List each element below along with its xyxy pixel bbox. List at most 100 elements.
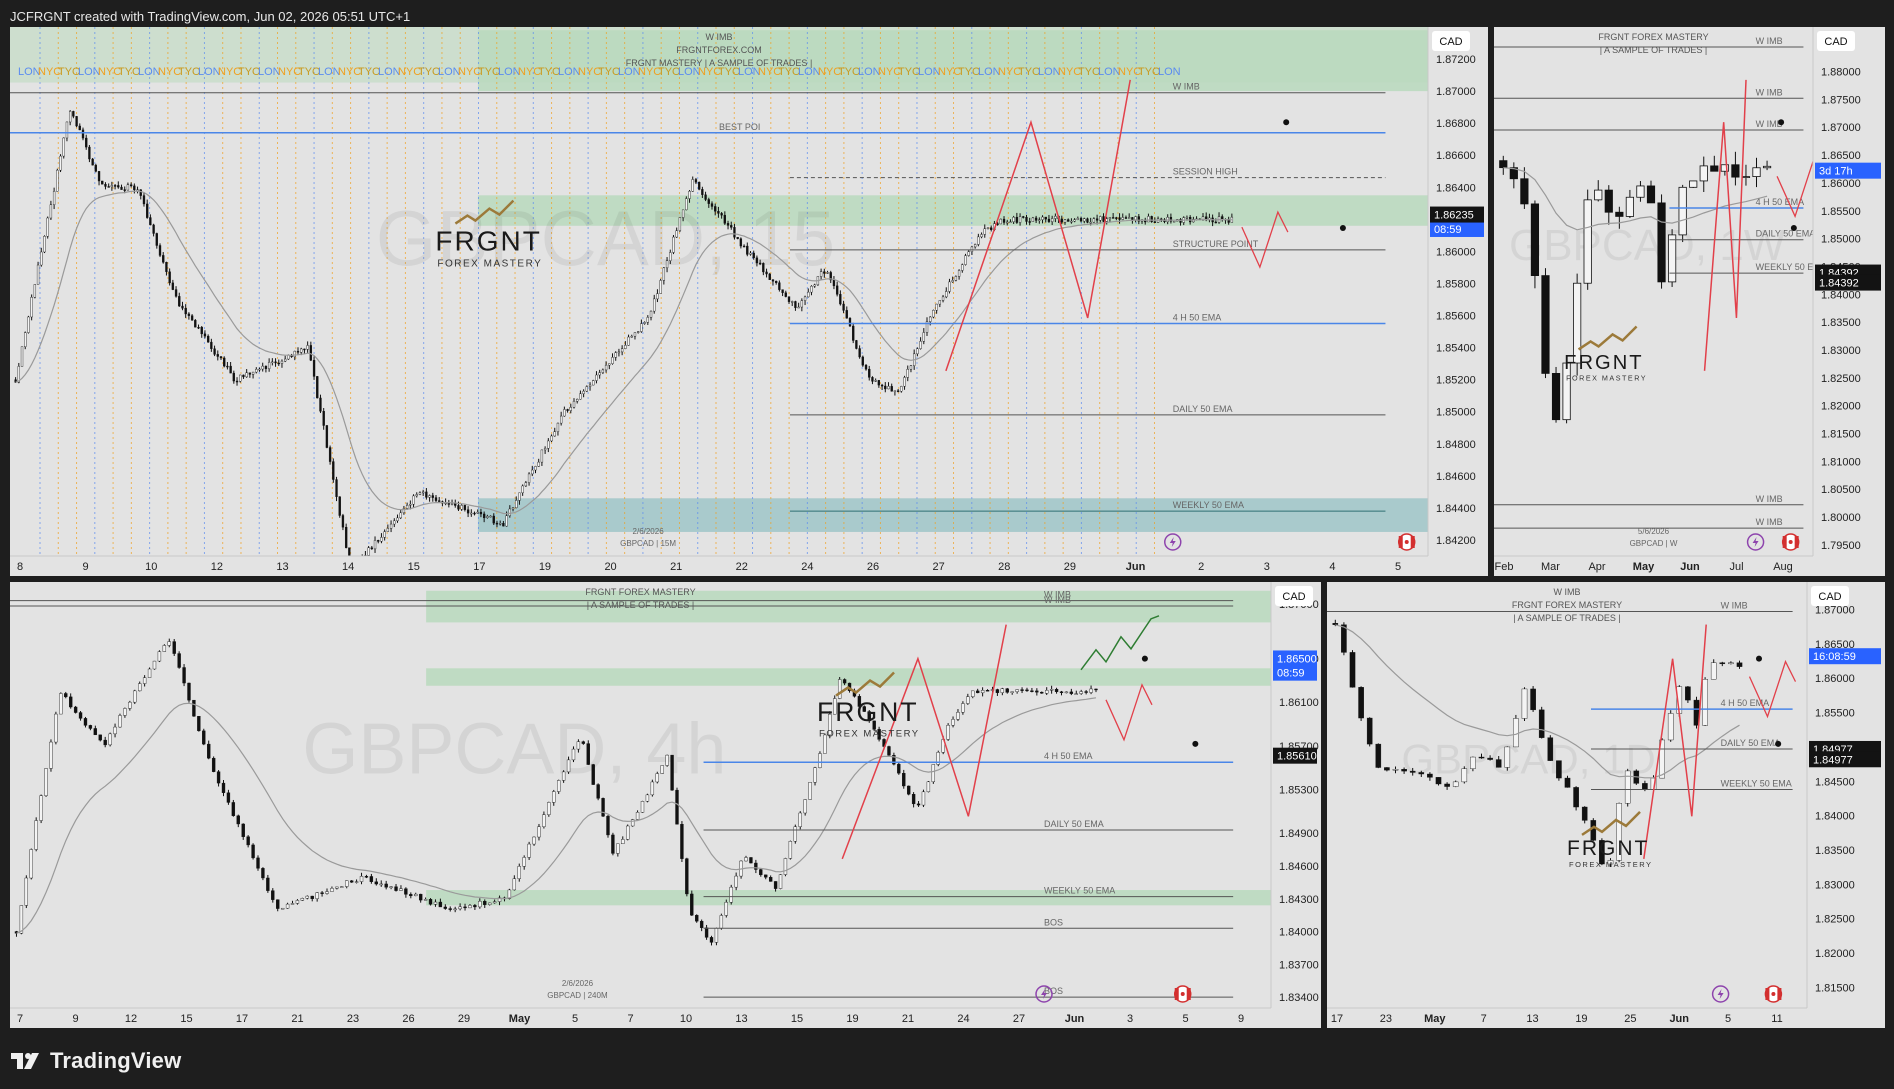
y-tick-label: 1.82000 [1815, 948, 1855, 960]
candle-body [948, 281, 951, 292]
y-tick-label: 1.80500 [1821, 484, 1861, 496]
candle-body [896, 390, 900, 392]
x-tick-label: 5 [1395, 561, 1401, 573]
candle-body [81, 129, 85, 139]
x-tick-label: 12 [211, 561, 223, 573]
candle-body [1530, 688, 1536, 711]
candle-body [675, 230, 678, 238]
candle-body [699, 920, 704, 928]
flag-leaf [1771, 992, 1776, 996]
level-label: DAILY 50 EMA [1756, 229, 1816, 239]
candle-body [310, 895, 314, 899]
candle-body [1034, 217, 1038, 221]
candle-body [319, 397, 322, 412]
candle-body [197, 327, 200, 329]
x-tick-label: 15 [180, 1013, 192, 1025]
level-label: 4 H 50 EMA [1173, 313, 1222, 323]
candle-body [932, 309, 935, 318]
candle-body [1530, 203, 1540, 277]
x-tick-label: 19 [539, 561, 551, 573]
y-tick-label: 1.87000 [1815, 604, 1855, 616]
candle-body [1009, 221, 1012, 224]
candle-body [65, 121, 69, 139]
candle-body [620, 348, 624, 353]
candle-body [586, 743, 590, 765]
candle-body [1728, 662, 1734, 665]
plot-area [1327, 582, 1807, 1008]
candle-body [414, 893, 418, 897]
candle-body [466, 509, 470, 514]
candle-body [511, 507, 515, 510]
candle-body [961, 703, 965, 713]
candle-body [1384, 767, 1390, 771]
y-tick-label: 1.87200 [1436, 54, 1476, 66]
y-tick-label: 1.82500 [1815, 914, 1855, 926]
candle-body [1667, 713, 1674, 741]
x-tick-label: 20 [604, 561, 616, 573]
candle-body [709, 937, 714, 943]
chart-footnote: 2/6/2026 [562, 979, 594, 988]
candle-body [338, 496, 341, 516]
chart-panel-daily[interactable]: GBPCAD, 1D W IMB 4 H 50 EMA DAILY 50 EMA WEE… [1327, 582, 1885, 1028]
candle-body [906, 369, 909, 378]
candle-body [72, 111, 75, 117]
flag-band [1410, 536, 1415, 548]
candle-body [643, 322, 646, 324]
candle-body [1564, 777, 1571, 788]
candle-body [537, 826, 541, 838]
chart-panel-weekly[interactable]: GBPCAD, 1W W IMB W IMB W IMB 4 H 50 EMA DAILY… [1494, 27, 1885, 576]
candle-body [714, 206, 717, 212]
candle-body [694, 179, 698, 183]
candle-body [78, 712, 83, 719]
flag-band [1794, 536, 1799, 548]
candle-body [1556, 760, 1562, 779]
top-caption: FRGNT FOREX MASTERY [1598, 32, 1708, 42]
candle-body [139, 189, 142, 196]
candle-body [739, 238, 743, 247]
x-tick-label: 14 [342, 561, 354, 573]
candle-body [1521, 688, 1528, 719]
chart-panel-15m[interactable]: LON NYC TYO LON NYC TYO LON NYC TYO LON NYC TYO LON N… [10, 27, 1488, 576]
candle-body [236, 815, 240, 825]
x-tick-label: May [509, 1013, 531, 1025]
candle-body [576, 398, 579, 402]
candle-body [492, 901, 497, 904]
candle-body [675, 789, 679, 825]
candle-body [842, 303, 845, 311]
candle-body [669, 252, 672, 261]
candle-body [515, 500, 518, 509]
candle-body [380, 537, 383, 542]
candle-body [522, 857, 526, 867]
candle-body [309, 345, 313, 361]
x-tick-label: 26 [402, 1013, 414, 1025]
candle-body [367, 547, 370, 556]
candle-body [744, 857, 748, 862]
candle-body [660, 765, 664, 774]
candle-body [585, 386, 588, 392]
candle-body [877, 380, 881, 386]
x-tick-label: Feb [1495, 561, 1514, 573]
top-caption: W IMB [1554, 587, 1581, 597]
candle-body [645, 794, 650, 802]
candle-body [423, 899, 428, 901]
candle-body [733, 227, 736, 238]
candle-body [561, 771, 566, 781]
candle-body [30, 297, 33, 318]
candle-body [832, 279, 836, 287]
candle-body [101, 180, 104, 185]
target-dot [1339, 225, 1346, 232]
candle-body [710, 203, 714, 207]
candle-body [907, 785, 911, 795]
y-tick-label: 1.84000 [1821, 289, 1861, 301]
candle-body [211, 757, 216, 772]
candle-body [606, 815, 610, 836]
level-label: 4 H 50 EMA [1756, 197, 1805, 207]
chart-panel-4h[interactable]: GBPCAD, 4h W IMB W IMB 4 H 50 EMA DAILY 50 E… [10, 582, 1321, 1028]
candle-body [719, 915, 724, 929]
candle-body [229, 365, 232, 374]
candle-body [547, 802, 551, 815]
candle-body [450, 503, 454, 505]
top-caption: | A SAMPLE OF TRADES | [1600, 45, 1708, 55]
tradingview-footer[interactable]: TradingView [10, 1047, 181, 1075]
candle-body [793, 826, 797, 842]
